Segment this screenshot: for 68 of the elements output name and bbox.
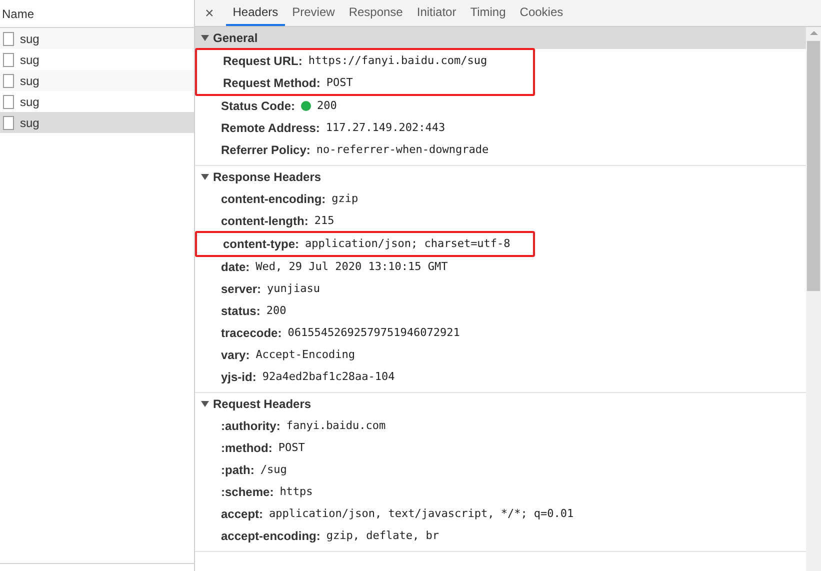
request-row[interactable]: sug: [0, 112, 194, 133]
header-value: 117.27.149.202:443: [326, 120, 446, 136]
header-name: content-type:: [223, 236, 299, 253]
tab[interactable]: Timing: [463, 0, 513, 26]
request-name: sug: [20, 114, 40, 132]
header-name: accept:: [221, 506, 264, 523]
header-name: content-length:: [221, 213, 308, 230]
section-header[interactable]: General: [195, 27, 806, 49]
close-button[interactable]: ×: [203, 0, 216, 26]
tab[interactable]: Initiator: [410, 0, 464, 26]
header-value: gzip: [332, 190, 358, 207]
header-value: 92a4ed2baf1c28aa-104: [262, 368, 395, 385]
header-value: 215: [314, 212, 334, 229]
header-value: /sug: [260, 462, 287, 478]
request-name: sug: [20, 30, 40, 48]
header-name: tracecode:: [221, 325, 282, 342]
document-icon: [3, 32, 14, 46]
header-value: 200: [266, 302, 286, 319]
header-name: :method:: [221, 440, 272, 457]
tab[interactable]: Cookies: [512, 0, 570, 26]
header-value: https: [280, 484, 313, 500]
triangle-icon: [201, 35, 209, 41]
triangle-icon: [201, 174, 209, 180]
document-icon: [3, 52, 14, 66]
header-value: gzip, deflate, br: [326, 528, 439, 544]
document-icon: [3, 74, 14, 88]
document-icon: [3, 116, 14, 130]
header-value: application/json; charset=utf-8: [305, 236, 510, 252]
request-name: sug: [20, 94, 40, 110]
header-name: accept-encoding:: [221, 528, 320, 545]
header-value: fanyi.baidu.com: [286, 418, 386, 434]
header-name: date:: [221, 259, 250, 276]
header-name: Request Method:: [223, 75, 320, 92]
header-value: yunjiasu: [267, 280, 320, 297]
header-name: Remote Address:: [221, 120, 320, 137]
triangle-icon: [201, 401, 209, 407]
section-header[interactable]: Response Headers: [195, 166, 806, 188]
scroll-up-icon[interactable]: [810, 31, 818, 35]
header-value: POST: [326, 74, 353, 91]
header-value: 200: [317, 98, 337, 114]
request-row[interactable]: sug: [0, 70, 194, 91]
request-name: sug: [20, 72, 40, 90]
header-name: yjs-id:: [221, 369, 256, 386]
header-name: Request URL:: [223, 53, 302, 70]
header-name: Referrer Policy:: [221, 142, 310, 159]
tab[interactable]: Response: [342, 0, 410, 26]
header-name: server:: [221, 281, 262, 298]
section-header[interactable]: Request Headers: [195, 393, 806, 415]
header-value: https://fanyi.baidu.com/sug: [308, 52, 488, 69]
scrollbar[interactable]: [806, 27, 821, 571]
header-name: :path:: [221, 462, 254, 479]
header-value: Accept-Encoding: [256, 346, 356, 363]
header-name: :authority:: [221, 418, 280, 435]
header-value: Wed, 29 Jul 2020 13:10:15 GMT: [256, 258, 448, 275]
document-icon: [3, 94, 14, 108]
header-value: POST: [278, 440, 305, 456]
header-name: status:: [221, 303, 260, 320]
request-row[interactable]: sug: [0, 28, 194, 49]
header-name: Status Code:: [221, 98, 296, 115]
header-value: 06155452692579751946072921: [288, 324, 460, 341]
header-value: no-referrer-when-downgrade: [316, 142, 489, 158]
header-name: vary:: [221, 347, 250, 364]
header-value: application/json, text/javascript, */*; q=0.01: [269, 506, 574, 522]
header-name: :scheme:: [221, 484, 274, 501]
scroll-thumb[interactable]: [807, 41, 820, 291]
header-name: content-encoding:: [221, 191, 326, 208]
request-name: sug: [20, 52, 40, 68]
tab[interactable]: Preview: [285, 0, 342, 26]
